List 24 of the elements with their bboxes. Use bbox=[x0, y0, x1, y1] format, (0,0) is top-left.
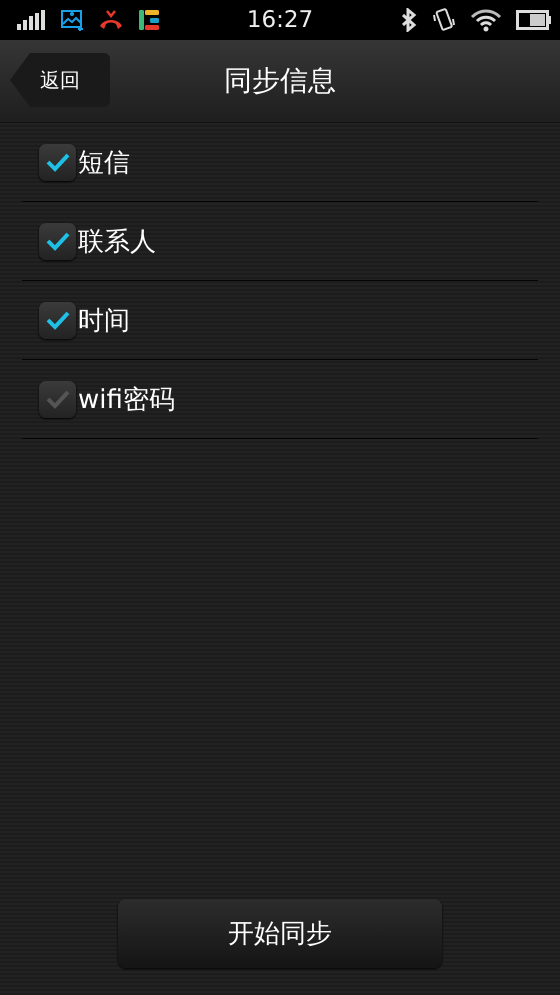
app-icon bbox=[138, 9, 160, 31]
vibrate-icon bbox=[432, 7, 456, 33]
bluetooth-icon bbox=[400, 8, 418, 32]
check-icon bbox=[44, 309, 70, 331]
option-label: 联系人 bbox=[78, 226, 156, 258]
check-icon bbox=[44, 151, 70, 173]
page-title: 同步信息 bbox=[224, 63, 336, 99]
option-label: wifi密码 bbox=[78, 384, 175, 416]
wifi-icon bbox=[470, 8, 502, 32]
start-sync-button[interactable]: 开始同步 bbox=[118, 899, 442, 968]
checkbox[interactable] bbox=[39, 380, 76, 418]
back-button[interactable]: 返回 bbox=[10, 53, 110, 107]
signal-icon bbox=[16, 9, 46, 31]
battery-icon bbox=[516, 9, 552, 31]
check-icon bbox=[44, 230, 70, 252]
checkbox[interactable] bbox=[39, 144, 76, 180]
option-label: 时间 bbox=[78, 304, 130, 338]
image-icon bbox=[60, 8, 84, 32]
checkbox[interactable] bbox=[39, 222, 76, 260]
checkbox[interactable] bbox=[39, 302, 76, 338]
check-icon bbox=[44, 388, 70, 410]
option-label: 短信 bbox=[78, 146, 130, 180]
missed-call-icon bbox=[98, 8, 124, 32]
clock: 16:27 bbox=[246, 7, 314, 33]
